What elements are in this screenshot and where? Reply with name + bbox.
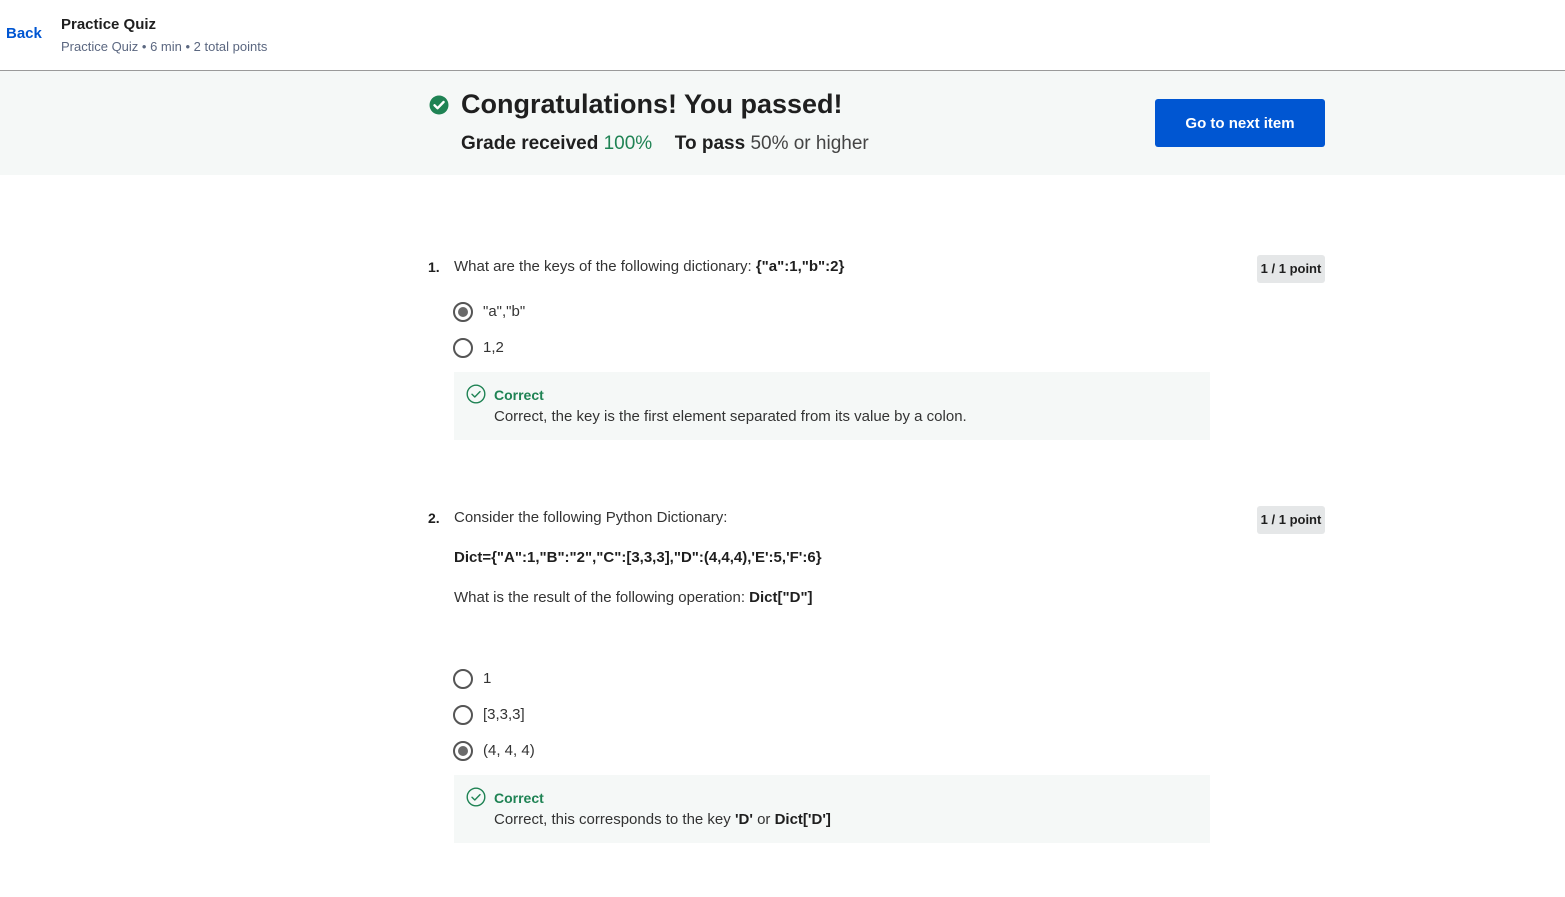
feedback-box: Correct Correct, the key is the first el… [454,372,1210,440]
grade-summary: Grade received 100% To pass 50% or highe… [461,133,869,155]
question-prompt: What are the keys of the following dicti… [454,258,756,275]
question-number: 1. [428,259,440,275]
feedback-or: or [752,811,775,828]
question-text: What are the keys of the following dicti… [454,258,844,275]
pass-heading: Congratulations! You passed! [461,89,843,119]
question-text: Consider the following Python Dictionary… [454,509,728,526]
pass-label: To pass [674,133,746,154]
grade-label: Grade received [461,133,599,154]
option-label[interactable]: (4, 4, 4) [483,742,535,759]
option-radio[interactable] [453,741,473,761]
back-link[interactable]: Back [6,25,42,42]
question-operation: What is the result of the following oper… [454,589,813,606]
quiz-title: Practice Quiz [61,16,157,33]
option-label[interactable]: "a","b" [483,303,525,320]
pass-value: 50% or higher [750,133,869,154]
quiz-subtitle: Practice Quiz • 6 min • 2 total points [61,39,268,54]
points-badge: 1 / 1 point [1257,506,1325,534]
feedback-key: Dict['D'] [774,811,831,828]
operation-code: Dict["D"] [749,589,813,606]
question-code: {"a":1,"b":2} [755,258,845,275]
points-badge: 1 / 1 point [1257,255,1325,283]
option-label[interactable]: 1,2 [483,339,504,356]
result-banner [0,71,1565,175]
option-label[interactable]: [3,3,3] [483,706,525,723]
option-radio[interactable] [453,302,473,322]
feedback-text: Correct, this corresponds to the key 'D'… [494,811,831,828]
feedback-status: Correct [494,790,544,806]
option-radio[interactable] [453,338,473,358]
feedback-status: Correct [494,387,544,403]
feedback-prefix: Correct, this corresponds to the key [494,811,735,828]
next-item-button[interactable]: Go to next item [1155,99,1325,147]
feedback-box: Correct Correct, this corresponds to the… [454,775,1210,843]
option-label[interactable]: 1 [483,670,491,687]
question-number: 2. [428,510,440,526]
feedback-key: 'D' [734,811,753,828]
grade-value: 100% [603,133,653,154]
check-outline-icon [466,787,486,807]
operation-prompt: What is the result of the following oper… [454,589,750,606]
question-code-line: Dict={"A":1,"B":"2","C":[3,3,3],"D":(4,4… [454,549,822,566]
feedback-text: Correct, the key is the first element se… [494,408,967,425]
check-outline-icon [466,384,486,404]
option-radio[interactable] [453,669,473,689]
check-circle-icon [429,95,449,115]
top-header: Back Practice Quiz Practice Quiz • 6 min… [0,0,1565,71]
option-radio[interactable] [453,705,473,725]
